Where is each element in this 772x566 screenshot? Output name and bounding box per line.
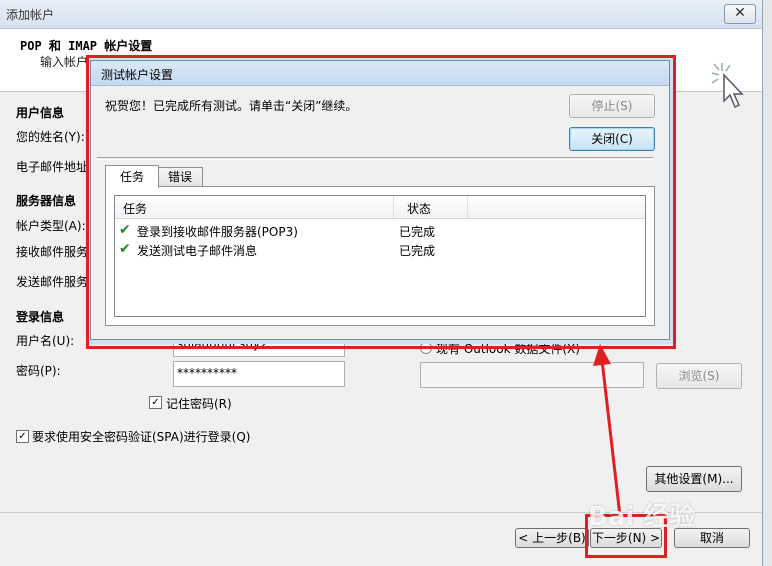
require-spa-checkbox[interactable]: ✓ bbox=[16, 430, 29, 443]
account-type-label: 帐户类型(A): bbox=[16, 219, 86, 233]
background-window-edge bbox=[763, 0, 772, 566]
login-info-heading: 登录信息 bbox=[16, 310, 65, 324]
window-title: 添加帐户 bbox=[6, 8, 55, 22]
remember-password-checkbox[interactable]: ✓ bbox=[149, 396, 162, 409]
cursor-sparkle-icon bbox=[711, 63, 744, 109]
email-label: 电子邮件地址 bbox=[16, 160, 89, 174]
tab-tasks[interactable]: 任务 bbox=[105, 165, 159, 188]
watermark: Bai 经验 bbox=[588, 502, 696, 532]
annotation-highlight-dialog bbox=[86, 55, 676, 349]
incoming-server-label: 接收邮件服务 bbox=[16, 245, 89, 259]
username-label: 用户名(U): bbox=[16, 334, 75, 348]
outgoing-server-label: 发送邮件服务 bbox=[16, 275, 89, 289]
window-titlebar: 添加帐户 ✕ bbox=[0, 0, 762, 29]
name-label: 您的姓名(Y): bbox=[16, 130, 85, 144]
browse-button[interactable]: 浏览(S) bbox=[656, 363, 742, 389]
password-value: ********** bbox=[177, 366, 237, 380]
page-title: POP 和 IMAP 帐户设置 bbox=[20, 39, 153, 53]
server-info-heading: 服务器信息 bbox=[16, 194, 77, 208]
password-label: 密码(P): bbox=[16, 364, 61, 378]
password-field[interactable]: ********** bbox=[173, 361, 345, 387]
remember-password-label: 记住密码(R) bbox=[166, 397, 232, 411]
annotation-arrow-icon bbox=[593, 344, 622, 517]
user-info-heading: 用户信息 bbox=[16, 106, 65, 120]
back-button[interactable]: < 上一步(B) bbox=[515, 528, 589, 548]
close-window-button[interactable]: ✕ bbox=[724, 4, 756, 24]
more-settings-button[interactable]: 其他设置(M)... bbox=[646, 466, 742, 492]
require-spa-label: 要求使用安全密码验证(SPA)进行登录(Q) bbox=[32, 430, 251, 444]
